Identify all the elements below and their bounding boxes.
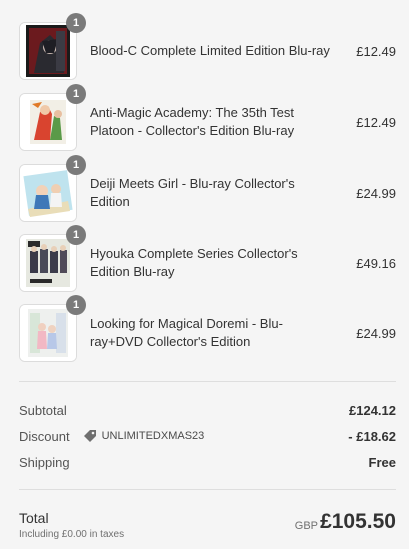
product-thumbnail: 1	[19, 155, 86, 222]
total-value: £105.50	[320, 510, 396, 533]
total-section: Total Including £0.00 in taxes GBP £105.…	[19, 508, 396, 542]
discount-value: - £18.62	[348, 428, 396, 444]
item-name: Hyouka Complete Series Collector's Editi…	[90, 246, 298, 279]
subtotal-row: Subtotal £124.12	[19, 400, 396, 420]
quantity-badge: 1	[66, 13, 86, 33]
line-item: 1 Blood-C Complete Limited Edition Blu-r…	[19, 13, 396, 80]
currency-code: GBP	[294, 520, 318, 532]
line-item: 1 Anti-Magic Academy: The 35th Test Plat…	[19, 84, 396, 151]
discount-code-tag: UNLIMITEDXMAS23	[82, 428, 205, 444]
shipping-row: Shipping Free	[19, 452, 396, 472]
item-price: £12.49	[356, 114, 396, 130]
line-item: 1 Deiji Meets Girl - Blu-ray Collector's…	[19, 155, 396, 222]
quantity-badge: 1	[66, 155, 86, 175]
discount-row: Discount UNLIMITEDXMAS23 - £18.62	[19, 426, 396, 446]
item-price: £12.49	[356, 43, 396, 59]
magical-doremi-thumbnail	[20, 305, 76, 361]
quantity-badge: 1	[66, 295, 86, 315]
divider	[19, 489, 396, 490]
quantity-badge: 1	[66, 84, 86, 104]
item-price: £24.99	[356, 325, 396, 341]
product-thumbnail: 1	[19, 84, 86, 151]
total-label: Total	[19, 510, 49, 526]
blood-c-boxset-thumbnail	[20, 23, 76, 79]
item-price: £24.99	[356, 185, 396, 201]
subtotal-value: £124.12	[349, 402, 396, 418]
anti-magic-academy-thumbnail	[20, 94, 76, 150]
item-name: Blood-C Complete Limited Edition Blu-ray	[90, 43, 330, 58]
divider	[19, 381, 396, 382]
shipping-label: Shipping	[19, 454, 70, 470]
discount-label: Discount	[19, 428, 70, 444]
line-item: 1 Hyouka Complete Series Collector's Edi…	[19, 225, 396, 292]
tag-icon	[83, 430, 96, 442]
product-thumbnail: 1	[19, 225, 86, 292]
subtotal-label: Subtotal	[19, 402, 67, 418]
line-item: 1 Looking for Magical Doremi - Blu-ray+D…	[19, 295, 396, 362]
quantity-badge: 1	[66, 225, 86, 245]
item-name: Looking for Magical Doremi - Blu-ray+DVD…	[90, 316, 283, 349]
discount-code: UNLIMITEDXMAS23	[101, 430, 205, 442]
tax-note: Including £0.00 in taxes	[19, 529, 125, 540]
hyouka-thumbnail	[20, 235, 76, 291]
deiji-meets-girl-thumbnail	[20, 165, 76, 221]
shipping-value: Free	[368, 454, 396, 470]
product-thumbnail: 1	[19, 13, 86, 80]
item-name: Deiji Meets Girl - Blu-ray Collector's E…	[90, 176, 295, 209]
item-price: £49.16	[356, 255, 396, 271]
item-name: Anti-Magic Academy: The 35th Test Platoo…	[90, 105, 295, 138]
product-thumbnail: 1	[19, 295, 86, 362]
